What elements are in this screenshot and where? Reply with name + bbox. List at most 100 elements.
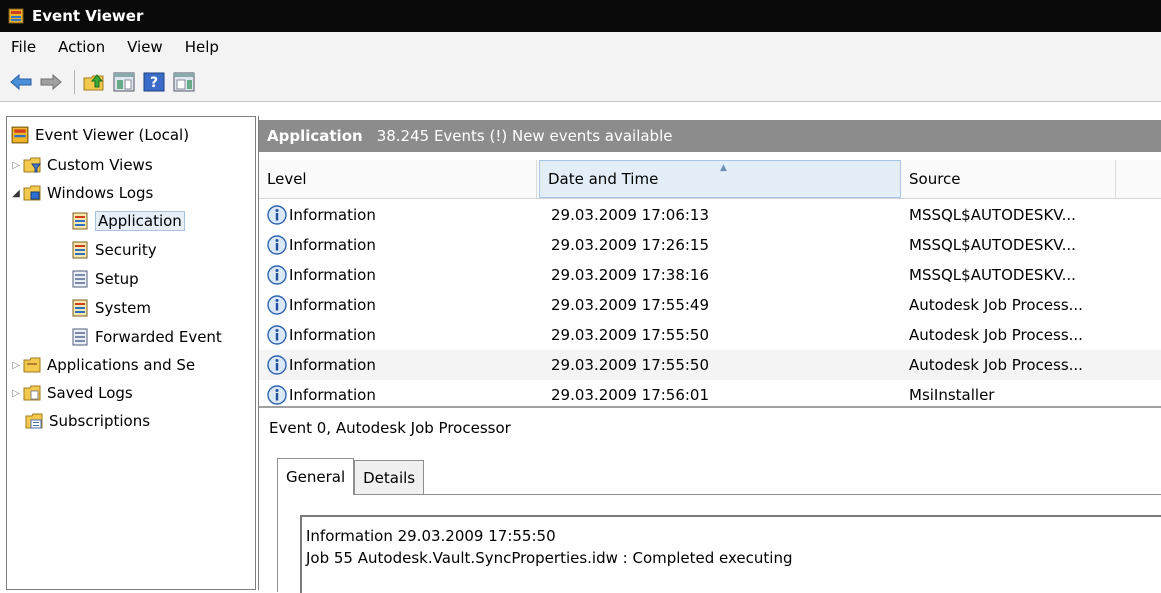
show-hide-action-pane-icon — [173, 72, 195, 91]
tree-item-windows-logs[interactable]: ◢ Windows Logs — [9, 179, 153, 207]
tree-root-event-viewer[interactable]: Event Viewer (Local) — [11, 121, 189, 149]
tab-general[interactable]: General — [277, 458, 355, 495]
cell-level: Information — [267, 290, 376, 320]
windows-folder-icon — [23, 185, 41, 201]
tree-item-saved-logs[interactable]: ▷ Saved Logs — [9, 379, 133, 407]
table-row[interactable]: Information 29.03.2009 17:26:15 MSSQL$AUTO… — [259, 230, 1161, 260]
event-list-header: Level ▲ Date and Time Source — [259, 160, 1161, 199]
cell-source: MSSQL$AUTODESKV... — [909, 266, 1076, 284]
log-icon — [72, 299, 88, 317]
folder-icon — [23, 385, 41, 401]
folder-icon — [23, 357, 41, 373]
table-row[interactable]: Information 29.03.2009 17:38:16 MSSQL$AUTO… — [259, 260, 1161, 290]
cell-level: Information — [267, 320, 376, 350]
sort-ascending-icon: ▲ — [720, 163, 727, 173]
tree-label: Application — [95, 211, 185, 231]
tree-item-subscriptions[interactable]: Subscriptions — [25, 407, 150, 435]
detail-tabs: General Details — [277, 458, 425, 495]
menu-view[interactable]: View — [116, 38, 174, 56]
tree-item-custom-views[interactable]: ▷ Custom Views — [9, 151, 153, 179]
table-row[interactable]: Information 29.03.2009 17:55:49 Autodesk J… — [259, 290, 1161, 320]
cell-source: Autodesk Job Process... — [909, 356, 1083, 374]
tree-item-security[interactable]: Security — [71, 236, 157, 264]
event-detail-title: Event 0, Autodesk Job Processor — [269, 419, 511, 437]
tree-label: System — [95, 299, 151, 317]
tree-item-setup[interactable]: Setup — [71, 265, 139, 293]
information-icon — [267, 385, 287, 405]
cell-source: Autodesk Job Process... — [909, 326, 1083, 344]
log-name: Application — [267, 127, 363, 145]
tree-item-application[interactable]: Application — [71, 207, 185, 235]
column-header-source[interactable]: Source — [901, 160, 1116, 198]
collapse-arrow-icon[interactable]: ◢ — [9, 188, 23, 199]
level-text: Information — [289, 206, 376, 224]
table-row[interactable]: Information 29.03.2009 17:55:50 Autodesk J… — [259, 350, 1161, 380]
level-text: Information — [289, 296, 376, 314]
tree-label: Subscriptions — [49, 412, 151, 430]
menu-bar: File Action View Help — [0, 32, 1161, 62]
show-hide-action-pane-button[interactable] — [171, 69, 197, 95]
show-hide-tree-icon — [113, 72, 135, 91]
expand-arrow-icon[interactable]: ▷ — [9, 388, 23, 399]
table-row[interactable]: Information 29.03.2009 17:55:50 Autodesk J… — [259, 320, 1161, 350]
column-header-date-and-time[interactable]: ▲ Date and Time — [539, 160, 901, 198]
forward-button[interactable] — [38, 69, 64, 95]
help-icon: ? — [143, 72, 165, 91]
tree-item-forwarded-events[interactable]: Forwarded Event — [71, 323, 222, 351]
cell-source: MSSQL$AUTODESKV... — [909, 236, 1076, 254]
expand-arrow-icon[interactable]: ▷ — [9, 360, 23, 371]
table-row[interactable]: Information 29.03.2009 17:06:13 MSSQL$AUTO… — [259, 200, 1161, 230]
toolbar-separator — [74, 69, 75, 94]
log-summary: 38.245 Events (!) New events available — [376, 127, 673, 145]
level-text: Information — [289, 326, 376, 344]
event-viewer-icon — [8, 8, 24, 24]
log-icon — [72, 328, 88, 346]
tree-label: Event Viewer (Local) — [35, 126, 190, 144]
cell-date-and-time: 29.03.2009 17:06:13 — [551, 206, 710, 224]
menu-file[interactable]: File — [0, 38, 47, 56]
tab-details[interactable]: Details — [354, 460, 425, 494]
back-button[interactable] — [8, 69, 34, 95]
information-icon — [267, 235, 287, 255]
information-icon — [267, 355, 287, 375]
subscriptions-icon — [25, 413, 43, 429]
level-text: Information — [289, 266, 376, 284]
forward-arrow-icon — [40, 73, 62, 90]
menu-help[interactable]: Help — [174, 38, 230, 56]
column-label: Date and Time — [548, 170, 659, 188]
folder-up-icon — [83, 73, 104, 90]
information-icon — [267, 265, 287, 285]
cell-date-and-time: 29.03.2009 17:55:50 — [551, 326, 710, 344]
tree-label: Windows Logs — [47, 184, 154, 202]
cell-level: Information — [267, 230, 376, 260]
show-hide-tree-button[interactable] — [111, 69, 137, 95]
menu-action[interactable]: Action — [47, 38, 116, 56]
tree-label: Security — [95, 241, 157, 259]
general-tab-body: Information 29.03.2009 17:55:50 Job 55 A… — [277, 494, 1161, 593]
cell-source: Autodesk Job Process... — [909, 296, 1083, 314]
expand-arrow-icon[interactable]: ▷ — [9, 160, 23, 171]
event-viewer-icon — [11, 126, 29, 144]
tree-label: Setup — [95, 270, 139, 288]
cell-level: Information — [267, 350, 376, 380]
log-header-bar: Application 38.245 Events (!) New events… — [259, 120, 1161, 152]
tree-label: Applications and Se — [47, 356, 196, 374]
tree-item-applications-and-services[interactable]: ▷ Applications and Se — [9, 351, 195, 379]
cell-date-and-time: 29.03.2009 17:55:49 — [551, 296, 710, 314]
level-text: Information — [289, 356, 376, 374]
information-icon — [267, 295, 287, 315]
filter-folder-icon — [23, 157, 41, 173]
help-button[interactable]: ? — [141, 69, 167, 95]
event-description[interactable]: Information 29.03.2009 17:55:50 Job 55 A… — [300, 515, 1161, 593]
cell-date-and-time: 29.03.2009 17:38:16 — [551, 266, 710, 284]
up-one-level-button[interactable] — [81, 69, 107, 95]
column-header-level[interactable]: Level — [259, 160, 537, 198]
back-arrow-icon — [10, 73, 32, 90]
tree-item-system[interactable]: System — [71, 294, 151, 322]
tree-label: Custom Views — [47, 156, 153, 174]
log-view-pane: Application 38.245 Events (!) New events… — [258, 116, 1161, 593]
cell-date-and-time: 29.03.2009 17:26:15 — [551, 236, 710, 254]
window-title: Event Viewer — [32, 7, 144, 25]
information-icon — [267, 205, 287, 225]
toolbar: ? — [0, 62, 1161, 102]
